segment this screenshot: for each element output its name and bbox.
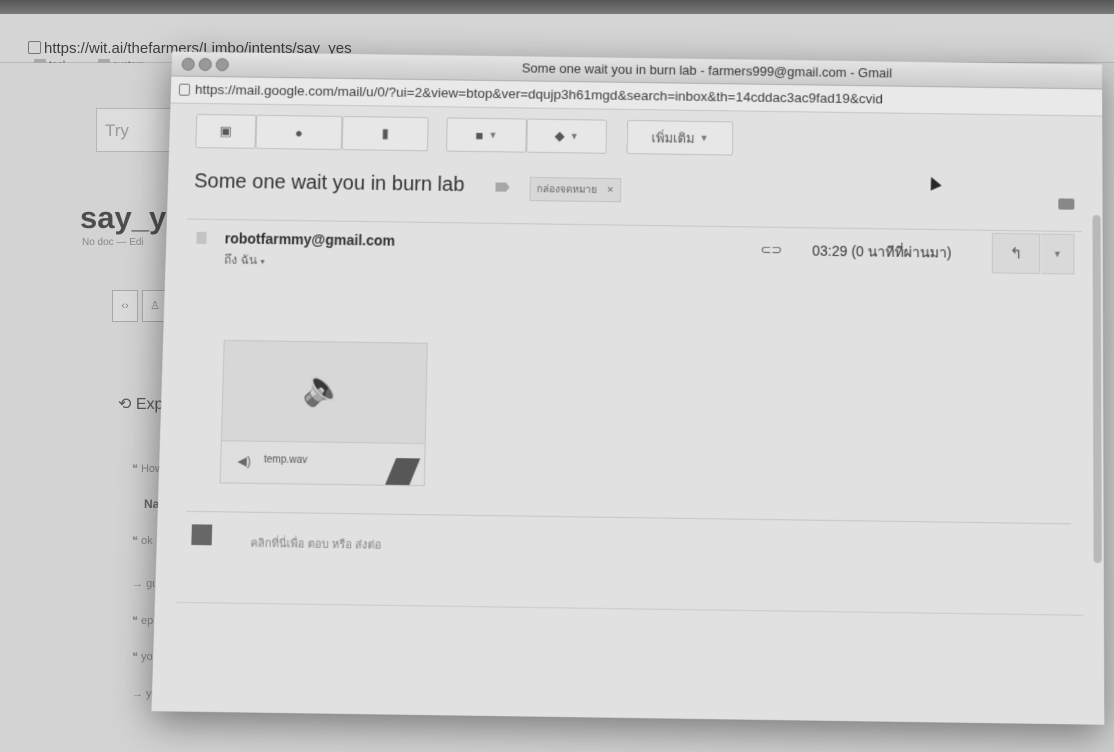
move-to-button[interactable]: ■ ▼ (446, 117, 527, 152)
subject-row: Some one wait you in burn lab กล่องจดหมา… (167, 156, 1103, 232)
background-address-bar: https://wit.ai/thefarmers/Limbo/intents/… (0, 14, 1114, 63)
inbox-label-chip[interactable]: กล่องจดหมาย × (529, 177, 620, 202)
label-chip-text: กล่องจดหมาย (537, 182, 598, 198)
reply-box[interactable]: คลิกที่นี่เพื่อ ตอบ หรือ ส่งต่อ (185, 511, 1072, 574)
message-header: robotfarmmy@gmail.com ถึง ฉัน ▾ ⊂⊃ 03:29… (164, 219, 1103, 323)
sender-email[interactable]: robotfarmmy@gmail.com (224, 230, 395, 249)
chevron-down-icon: ▾ (260, 257, 264, 266)
lock-icon (179, 84, 190, 96)
label-icon: ◆ (555, 128, 565, 144)
row-text: ep (141, 615, 153, 627)
reply-placeholder: คลิกที่นี่เพื่อ ตอบ หรือ ส่งต่อ (250, 533, 381, 553)
scrollbar[interactable] (1093, 215, 1102, 563)
spam-icon: ● (295, 125, 303, 140)
more-label: เพิ่มเติม (651, 127, 694, 149)
folder-icon: ■ (475, 127, 483, 142)
divider (175, 602, 1083, 616)
try-placeholder: Try (105, 121, 129, 141)
gmail-popup-window: Some one wait you in burn lab - farmers9… (151, 52, 1104, 725)
importance-marker-icon[interactable] (495, 182, 509, 191)
gmail-url: https://mail.google.com/mail/u/0/?ui=2&v… (195, 82, 883, 107)
more-options-button[interactable]: ▼ (1041, 234, 1074, 275)
speaker-icon: 🔈 (222, 341, 427, 436)
trash-icon: ▮ (381, 126, 389, 142)
list-item: ❝ yo (132, 650, 153, 663)
recipient-text: ถึง ฉัน (224, 252, 257, 267)
print-icon[interactable] (1058, 198, 1074, 209)
labels-button[interactable]: ◆ ▼ (526, 119, 607, 154)
lock-icon (28, 41, 41, 54)
attachment-footer: ◀) temp.wav (221, 440, 425, 485)
row-text: ok (141, 535, 153, 547)
paperclip-icon: ⊂⊃ (760, 242, 782, 259)
email-subject: Some one wait you in burn lab (194, 170, 465, 197)
remove-label-button[interactable]: × (607, 184, 614, 196)
code-button[interactable]: ‹› (112, 290, 138, 322)
archive-icon: ▣ (219, 123, 232, 139)
audio-icon: ◀) (237, 454, 251, 469)
chevron-down-icon: ▼ (700, 133, 709, 143)
my-avatar (191, 524, 212, 545)
archive-button[interactable]: ▣ (195, 114, 256, 149)
delete-button[interactable]: ▮ (342, 116, 429, 151)
mouse-cursor-icon (926, 175, 942, 191)
list-item: ❝ ep (132, 614, 153, 627)
chevron-down-icon: ▼ (570, 131, 579, 141)
row-text: yo (141, 651, 153, 663)
chevron-down-icon: ▼ (488, 130, 497, 140)
attachment-card[interactable]: 🔈 ◀) temp.wav (220, 340, 428, 486)
recipient-line[interactable]: ถึง ฉัน ▾ (224, 250, 265, 270)
page-fold-icon (385, 458, 420, 485)
more-button[interactable]: เพิ่มเติม ▼ (627, 120, 734, 156)
message-time: 03:29 (0 นาทีที่ผ่านมา) (812, 240, 952, 264)
attachment-filename: temp.wav (264, 454, 308, 466)
reply-button[interactable]: ↰ (992, 233, 1040, 274)
reply-arrow-icon: ↰ (1010, 244, 1023, 262)
sender-avatar (196, 232, 206, 244)
report-spam-button[interactable]: ● (255, 115, 342, 150)
chevron-down-icon: ▼ (1053, 249, 1062, 259)
intent-subtitle: No doc — Edi (82, 237, 144, 248)
list-item: ❝ ok (132, 534, 153, 547)
background-window-tabstrip (0, 0, 1114, 14)
